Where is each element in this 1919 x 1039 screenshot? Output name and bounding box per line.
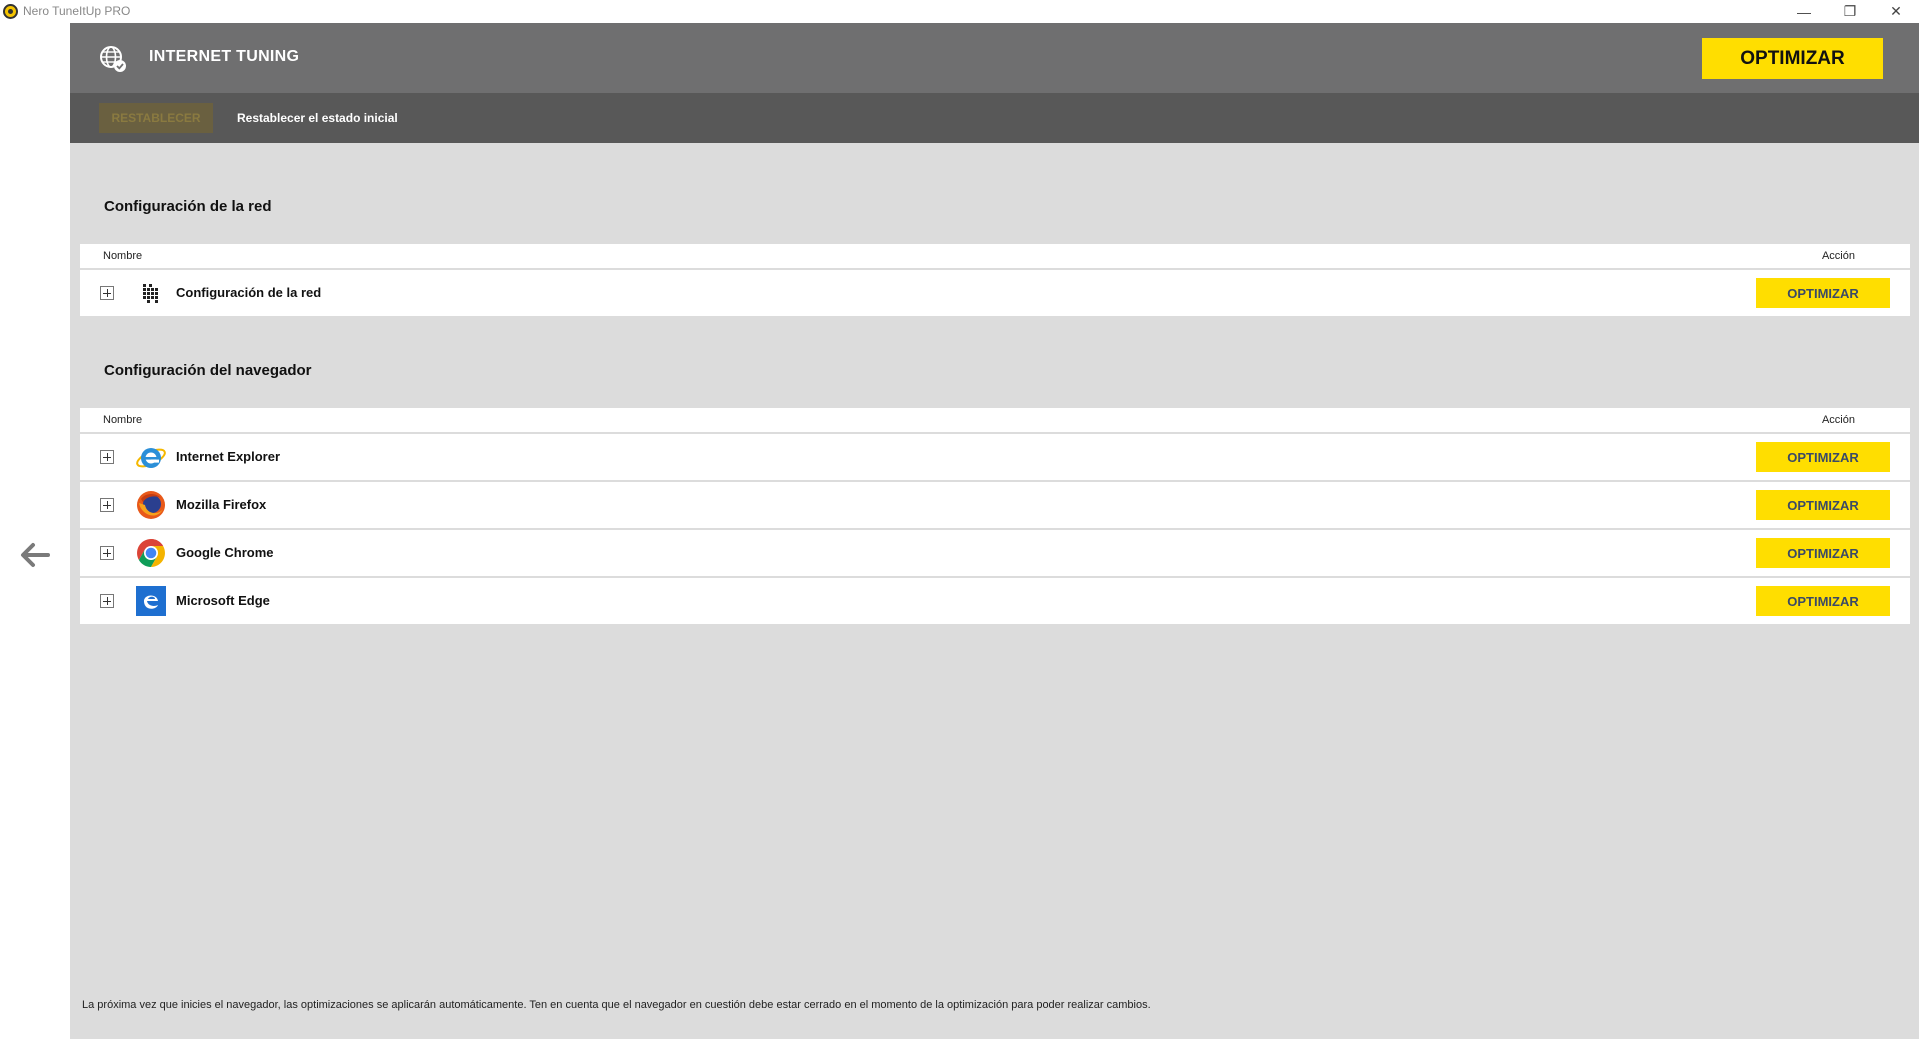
column-header-action: Acción bbox=[1821, 414, 1855, 426]
minimize-button[interactable]: — bbox=[1781, 0, 1827, 23]
left-strip bbox=[0, 23, 70, 1039]
restore-button[interactable]: ❐ bbox=[1827, 0, 1873, 23]
reset-bar: RESTABLECER Restablecer el estado inicia… bbox=[70, 93, 1919, 143]
expand-icon[interactable] bbox=[100, 594, 114, 608]
main-content: INTERNET TUNING OPTIMIZAR RESTABLECER Re… bbox=[70, 23, 1919, 1039]
footer-note: La próxima vez que inicies el navegador,… bbox=[82, 999, 1151, 1011]
row-label: Microsoft Edge bbox=[176, 593, 270, 608]
network-grid-icon bbox=[143, 284, 158, 303]
table-row: Microsoft Edge OPTIMIZAR bbox=[80, 578, 1910, 624]
reset-description: Restablecer el estado inicial bbox=[237, 111, 398, 125]
row-label: Mozilla Firefox bbox=[176, 497, 267, 512]
window-title: Nero TuneItUp PRO bbox=[23, 4, 131, 18]
optimize-network-button[interactable]: OPTIMIZAR bbox=[1756, 278, 1890, 308]
table-row: Mozilla Firefox OPTIMIZAR bbox=[80, 482, 1910, 528]
table-header: Nombre Acción bbox=[80, 408, 1910, 434]
expand-icon[interactable] bbox=[100, 498, 114, 512]
optimize-chrome-button[interactable]: OPTIMIZAR bbox=[1756, 538, 1890, 568]
optimize-all-button[interactable]: OPTIMIZAR bbox=[1702, 38, 1883, 79]
table-row: Internet Explorer OPTIMIZAR bbox=[80, 434, 1910, 480]
optimize-edge-button[interactable]: OPTIMIZAR bbox=[1756, 586, 1890, 616]
firefox-icon bbox=[137, 491, 165, 519]
globe-check-icon bbox=[100, 46, 126, 72]
app-logo-icon bbox=[3, 4, 18, 19]
column-header-action: Acción bbox=[1821, 250, 1855, 262]
table-row: Configuración de la red OPTIMIZAR bbox=[80, 270, 1910, 316]
column-header-name: Nombre bbox=[103, 250, 143, 262]
expand-icon[interactable] bbox=[100, 286, 114, 300]
network-table: Nombre Acción Configuración de la red OP… bbox=[80, 244, 1910, 318]
optimize-firefox-button[interactable]: OPTIMIZAR bbox=[1756, 490, 1890, 520]
window-controls: — ❐ ✕ bbox=[1781, 0, 1919, 23]
close-button[interactable]: ✕ bbox=[1873, 0, 1919, 23]
section-title-network: Configuración de la red bbox=[104, 198, 272, 215]
table-row: Google Chrome OPTIMIZAR bbox=[80, 530, 1910, 576]
expand-icon[interactable] bbox=[100, 546, 114, 560]
row-label: Google Chrome bbox=[176, 545, 274, 560]
row-label: Configuración de la red bbox=[176, 285, 322, 300]
expand-icon[interactable] bbox=[100, 450, 114, 464]
title-bar: Nero TuneItUp PRO — ❐ ✕ bbox=[0, 0, 1919, 23]
back-arrow-icon[interactable] bbox=[18, 538, 52, 572]
reset-button[interactable]: RESTABLECER bbox=[99, 103, 213, 133]
header-bar: INTERNET TUNING OPTIMIZAR bbox=[70, 23, 1919, 93]
edge-icon bbox=[136, 586, 166, 616]
table-header: Nombre Acción bbox=[80, 244, 1910, 270]
browser-table: Nombre Acción Internet Explorer OPTIMIZA… bbox=[80, 408, 1910, 626]
row-label: Internet Explorer bbox=[176, 449, 281, 464]
page-title: INTERNET TUNING bbox=[149, 48, 300, 65]
internet-explorer-icon bbox=[136, 448, 166, 468]
chrome-icon bbox=[137, 539, 165, 567]
optimize-ie-button[interactable]: OPTIMIZAR bbox=[1756, 442, 1890, 472]
section-title-browser: Configuración del navegador bbox=[104, 362, 312, 379]
column-header-name: Nombre bbox=[103, 414, 143, 426]
